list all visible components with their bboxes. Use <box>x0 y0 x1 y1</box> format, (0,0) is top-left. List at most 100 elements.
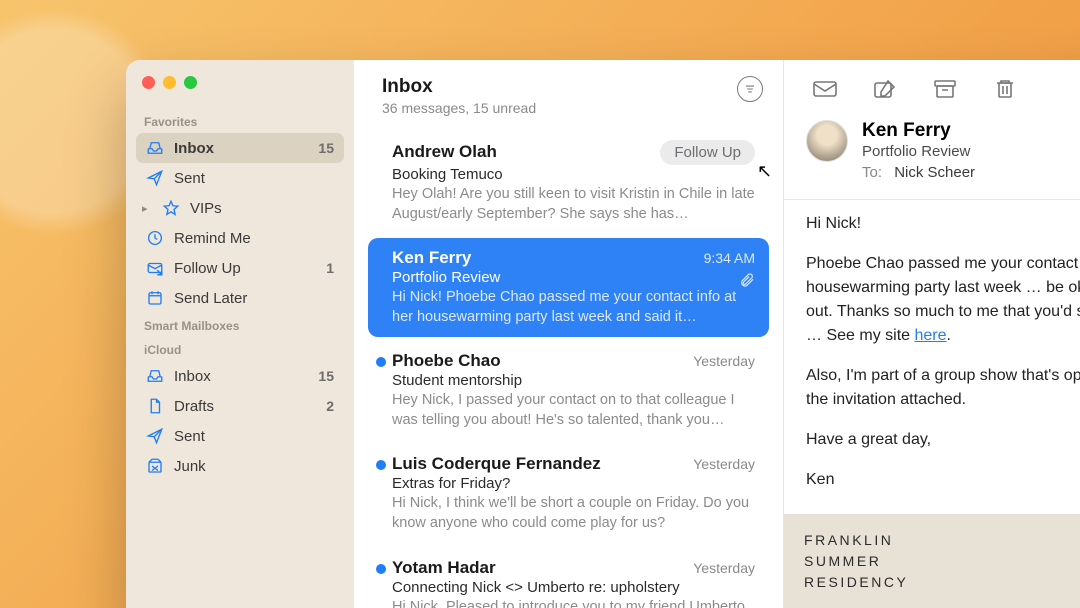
tray-icon <box>146 139 164 157</box>
attachment-title: FRANKLIN SUMMER RESIDENCY <box>804 530 908 593</box>
sidebar-remindme[interactable]: Remind Me <box>136 223 344 253</box>
message-row[interactable]: Ken Ferry9:34 AMPortfolio ReviewHi Nick!… <box>368 238 769 337</box>
message-preview: Hi Nick! Phoebe Chao passed me your cont… <box>392 288 755 327</box>
mail-window: Favorites Inbox 15 Sent ▸ VIPs Remind Me Follow… <box>126 60 1080 608</box>
sidebar-sent[interactable]: Sent <box>136 163 344 193</box>
message-preview: Hi Nick, Pleased to introduce you to my … <box>392 598 755 608</box>
sidebar-item-label: Drafts <box>174 398 316 415</box>
message-row[interactable]: Phoebe Chao Yesterday Student mentorship He… <box>368 341 769 440</box>
star-icon <box>162 199 180 217</box>
sidebar-item-label: Follow Up <box>174 260 316 277</box>
sidebar-icloud-sent[interactable]: Sent <box>136 421 344 451</box>
unread-dot-icon <box>376 564 386 574</box>
paperplane-icon <box>146 169 164 187</box>
reading-pane: Ken Ferry Portfolio Review To: Nick Sche… <box>784 60 1080 608</box>
paperplane-icon <box>146 427 164 445</box>
sidebar-item-label: VIPs <box>190 200 334 217</box>
sidebar-item-badge: 15 <box>318 368 334 384</box>
pane-toolbar <box>784 60 1080 114</box>
sidebar-item-badge: 2 <box>326 398 334 414</box>
body-link[interactable]: here <box>914 327 946 344</box>
message-preview: Hey Nick, I passed your contact on to th… <box>392 391 755 430</box>
doc-icon <box>146 397 164 415</box>
sidebar-item-label: Sent <box>174 428 334 445</box>
body-p3: Also, I'm part of a group show that's op… <box>806 364 1080 412</box>
message-subject: Portfolio Review <box>862 143 975 160</box>
sidebar-item-label: Inbox <box>174 140 308 157</box>
sender-avatar <box>806 120 848 162</box>
sidebar-inbox[interactable]: Inbox 15 <box>136 133 344 163</box>
message-subject: Student mentorship <box>392 372 755 389</box>
chevron-right-icon: ▸ <box>142 202 152 215</box>
attachment-icon <box>739 272 755 293</box>
archive-icon[interactable] <box>932 78 958 100</box>
message-row[interactable]: Luis Coderque Fernandez Yesterday Extras f… <box>368 444 769 543</box>
message-row[interactable]: Andrew Olah Follow UpBooking Temuco Hey Ol… <box>368 130 769 234</box>
message-sender: Andrew Olah <box>392 142 497 162</box>
body-p5: Ken <box>806 468 1080 492</box>
sidebar-section-header: Smart Mailboxes <box>136 313 344 337</box>
attachment-preview[interactable]: FRANKLIN SUMMER RESIDENCY ics <box>784 514 1080 608</box>
to-name: Nick Scheer <box>894 164 975 181</box>
clock-icon <box>146 229 164 247</box>
unread-dot-icon <box>376 460 386 470</box>
sidebar: Favorites Inbox 15 Sent ▸ VIPs Remind Me Follow… <box>126 60 354 608</box>
sidebar-section-header: Favorites <box>136 109 344 133</box>
message-row[interactable]: Yotam Hadar Yesterday Connecting Nick <> U… <box>368 548 769 608</box>
minimize-window[interactable] <box>163 76 176 89</box>
message-body: Hi Nick! Phoebe Chao passed me your cont… <box>784 212 1080 508</box>
sidebar-item-badge: 15 <box>318 140 334 156</box>
trash-icon[interactable] <box>992 78 1018 100</box>
body-p1: Hi Nick! <box>806 212 1080 236</box>
junk-icon <box>146 457 164 475</box>
close-window[interactable] <box>142 76 155 89</box>
calendar-icon <box>146 289 164 307</box>
message-subject: Connecting Nick <> Umberto re: upholster… <box>392 579 755 596</box>
message-header: Ken Ferry Portfolio Review To: Nick Sche… <box>784 114 1080 195</box>
tray-icon <box>146 367 164 385</box>
body-p2: Phoebe Chao passed me your contact info … <box>806 252 1080 348</box>
zoom-window[interactable] <box>184 76 197 89</box>
followup-icon <box>146 259 164 277</box>
sidebar-sendlater[interactable]: Send Later <box>136 283 344 313</box>
message-sender: Luis Coderque Fernandez <box>392 454 601 474</box>
message-list-header: Inbox 36 messages, 15 unread <box>354 60 783 126</box>
unread-dot-icon <box>376 357 386 367</box>
window-controls <box>136 72 344 107</box>
message-list: Inbox 36 messages, 15 unread Andrew Olah… <box>354 60 784 608</box>
to-label: To: <box>862 164 882 181</box>
message-subject: Extras for Friday? <box>392 475 755 492</box>
reply-icon[interactable] <box>812 78 838 100</box>
message-preview: Hey Olah! Are you still keen to visit Kr… <box>392 185 755 224</box>
message-preview: Hi Nick, I think we'll be short a couple… <box>392 494 755 533</box>
sidebar-item-label: Sent <box>174 170 334 187</box>
sidebar-icloud-inbox[interactable]: Inbox 15 <box>136 361 344 391</box>
message-subject: Booking Temuco <box>392 166 755 183</box>
sidebar-item-label: Junk <box>174 458 334 475</box>
filter-button[interactable] <box>737 76 763 102</box>
sidebar-followup[interactable]: Follow Up 1 <box>136 253 344 283</box>
body-p4: Have a great day, <box>806 428 1080 452</box>
message-time: Yesterday <box>693 560 755 576</box>
message-time: 9:34 AM <box>704 250 755 266</box>
sidebar-vips[interactable]: ▸ VIPs <box>136 193 344 223</box>
message-sender: Yotam Hadar <box>392 558 496 578</box>
message-sender: Ken Ferry <box>392 248 471 268</box>
message-sender: Phoebe Chao <box>392 351 501 371</box>
mailbox-subtitle: 36 messages, 15 unread <box>382 100 536 116</box>
sidebar-icloud-junk[interactable]: Junk <box>136 451 344 481</box>
sidebar-item-label: Remind Me <box>174 230 334 247</box>
sidebar-item-badge: 1 <box>326 260 334 276</box>
message-to: To: Nick Scheer <box>862 164 975 181</box>
sidebar-item-label: Send Later <box>174 290 334 307</box>
sidebar-icloud-drafts[interactable]: Drafts 2 <box>136 391 344 421</box>
sidebar-section-header: iCloud <box>136 337 344 361</box>
mailbox-title: Inbox <box>382 76 536 98</box>
divider <box>784 199 1080 200</box>
followup-chip: Follow Up <box>660 140 755 165</box>
message-time: Yesterday <box>693 353 755 369</box>
message-from: Ken Ferry <box>862 120 975 142</box>
sidebar-item-label: Inbox <box>174 368 308 385</box>
compose-icon[interactable] <box>872 78 898 100</box>
message-time: Yesterday <box>693 456 755 472</box>
